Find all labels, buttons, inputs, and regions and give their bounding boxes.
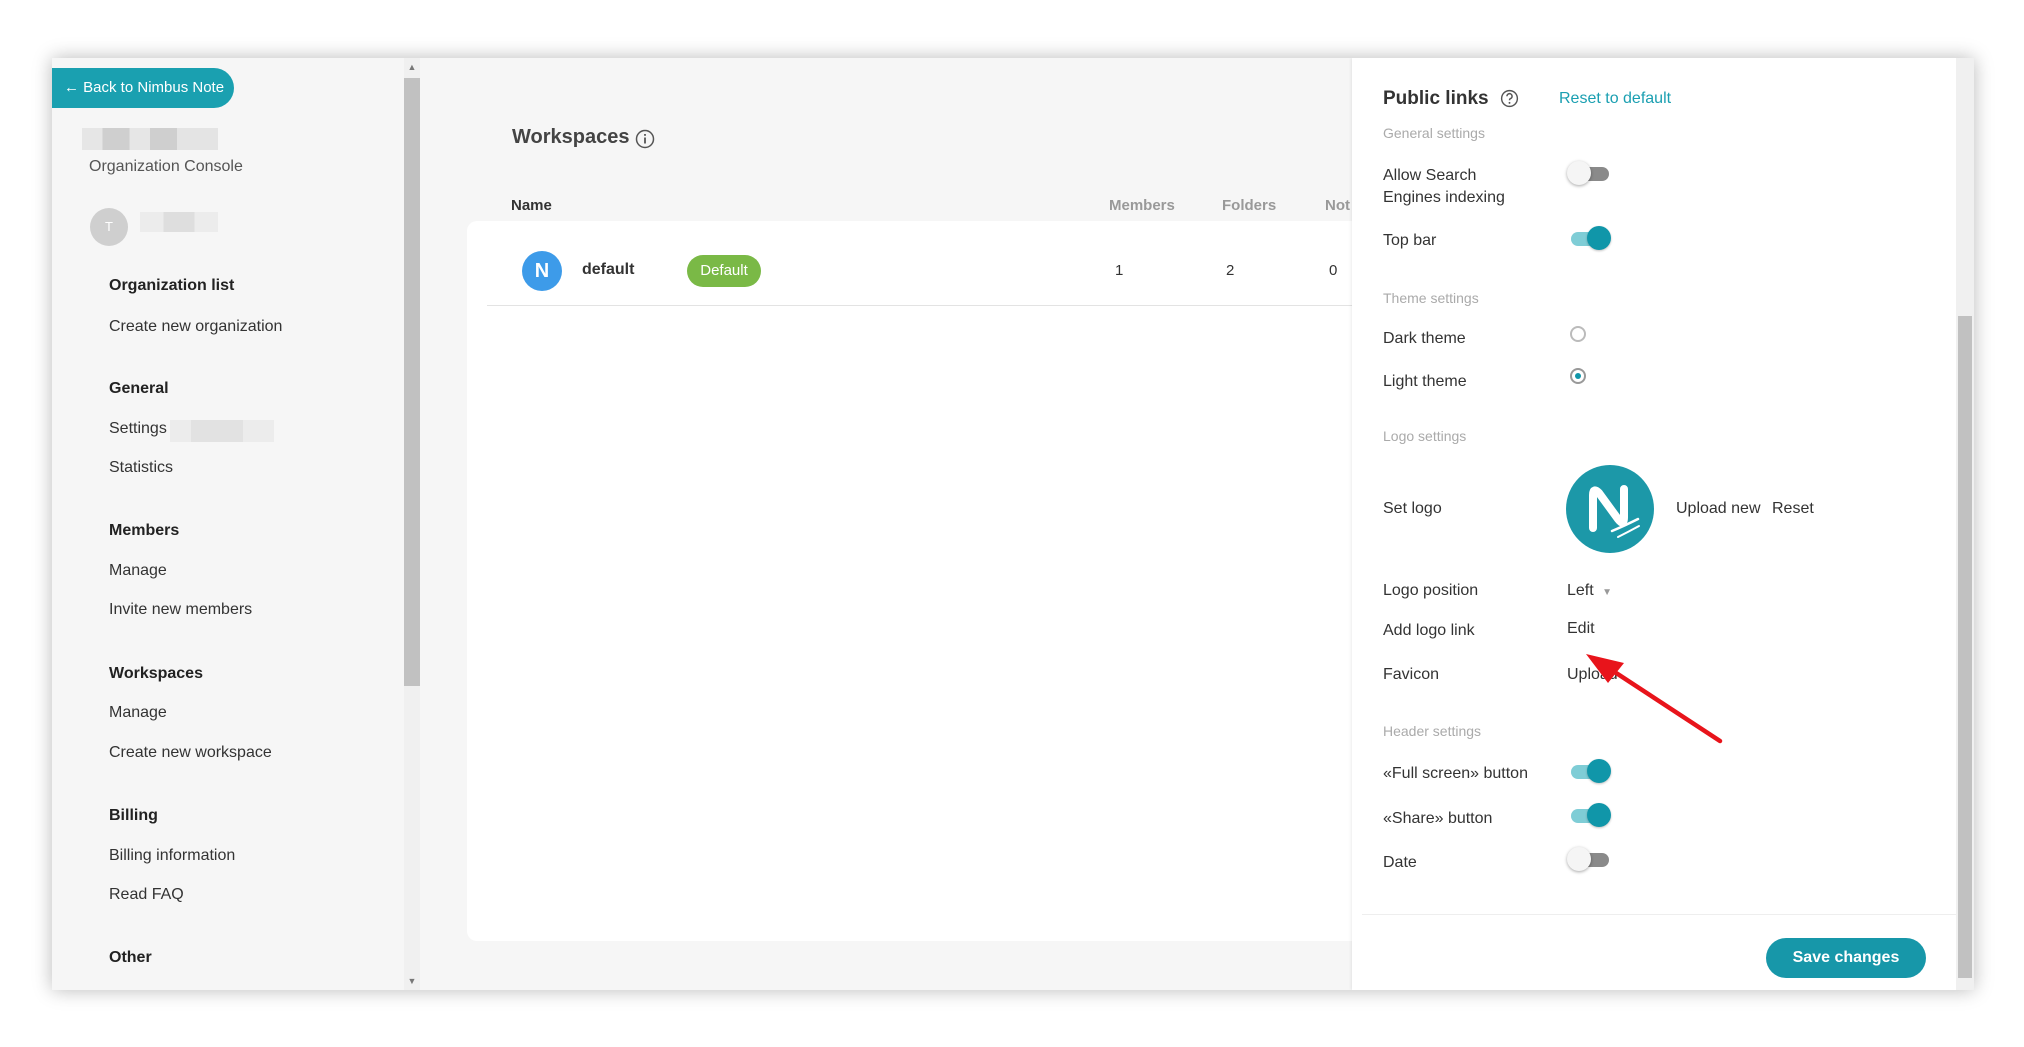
caret-down-icon: ▼ (1602, 587, 1613, 598)
general-settings-heading: General settings (1383, 125, 1485, 141)
page-title: Workspaces (512, 126, 630, 148)
nav-create-workspace[interactable]: Create new workspace (109, 744, 272, 762)
org-name-redacted (82, 128, 218, 150)
workspace-members-count: 1 (1115, 262, 1124, 279)
workspace-folders-count: 2 (1226, 262, 1235, 279)
dark-theme-label: Dark theme (1383, 330, 1466, 347)
save-changes-button[interactable]: Save changes (1766, 938, 1926, 978)
add-logo-link-label: Add logo link (1383, 622, 1475, 639)
back-to-nimbus-button[interactable]: ← Back to Nimbus Note (52, 68, 234, 108)
app-window: ← Back to Nimbus Note Organization Conso… (52, 58, 1974, 990)
nav-head-general: General (109, 380, 169, 397)
sidebar-scrollbar-thumb[interactable] (404, 78, 420, 686)
full-screen-toggle[interactable] (1567, 758, 1611, 784)
info-icon[interactable] (635, 129, 655, 149)
dark-theme-radio[interactable] (1570, 326, 1586, 342)
org-console-label: Organization Console (89, 158, 243, 175)
back-button-label: Back to Nimbus Note (83, 79, 225, 96)
panel-footer-divider (1362, 914, 1974, 915)
row-divider (487, 305, 1407, 306)
logo-settings-heading: Logo settings (1383, 428, 1467, 444)
nimbus-logo-icon (1566, 465, 1654, 553)
column-header-folders[interactable]: Folders (1222, 197, 1276, 214)
allow-search-label-line1: Allow Search (1383, 167, 1477, 184)
date-toggle[interactable] (1567, 846, 1609, 872)
light-theme-radio[interactable] (1570, 368, 1586, 384)
nav-head-organization-list[interactable]: Organization list (109, 277, 234, 295)
workspace-avatar: N (522, 251, 562, 291)
share-toggle[interactable] (1567, 802, 1611, 828)
user-avatar[interactable]: T (90, 208, 128, 246)
upload-new-logo-link[interactable]: Upload new (1676, 500, 1761, 518)
workspace-name[interactable]: default (582, 261, 634, 279)
logo-position-select[interactable]: Left ▼ (1567, 582, 1612, 600)
theme-settings-heading: Theme settings (1383, 290, 1479, 306)
logo-position-value: Left (1567, 582, 1594, 599)
workspace-notes-count: 0 (1329, 262, 1338, 279)
nav-head-workspaces: Workspaces (109, 665, 203, 682)
column-header-notes[interactable]: Not (1325, 197, 1350, 214)
scroll-down-arrow-icon[interactable]: ▼ (404, 974, 420, 988)
nav-members-manage[interactable]: Manage (109, 562, 167, 580)
logo-position-label: Logo position (1383, 582, 1479, 599)
sidebar: ← Back to Nimbus Note Organization Conso… (52, 58, 420, 990)
reset-logo-link[interactable]: Reset (1772, 500, 1814, 518)
help-icon[interactable] (1500, 89, 1519, 108)
scroll-up-arrow-icon[interactable]: ▲ (404, 60, 420, 74)
nav-billing-information[interactable]: Billing information (109, 847, 235, 865)
panel-title: Public links (1383, 88, 1489, 109)
header-settings-heading: Header settings (1383, 723, 1482, 739)
top-bar-label: Top bar (1383, 232, 1437, 249)
nav-head-billing: Billing (109, 807, 158, 824)
allow-search-toggle[interactable] (1567, 160, 1609, 186)
settings-redacted (170, 420, 274, 442)
panel-scrollbar-thumb[interactable] (1958, 316, 1972, 978)
column-header-name[interactable]: Name (511, 197, 552, 214)
nav-statistics[interactable]: Statistics (109, 459, 173, 477)
top-bar-toggle[interactable] (1567, 225, 1611, 251)
edit-logo-link[interactable]: Edit (1567, 620, 1595, 638)
workspaces-card (467, 221, 1407, 941)
nav-head-members: Members (109, 522, 180, 539)
nav-head-other: Other (109, 949, 152, 966)
date-label: Date (1383, 854, 1417, 871)
nav-create-organization[interactable]: Create new organization (109, 318, 282, 336)
nav-read-faq[interactable]: Read FAQ (109, 886, 184, 904)
light-theme-label: Light theme (1383, 373, 1467, 390)
nav-workspaces-manage[interactable]: Manage (109, 704, 167, 722)
share-button-label: «Share» button (1383, 810, 1493, 827)
nav-settings[interactable]: Settings (109, 420, 167, 438)
column-header-members[interactable]: Members (1109, 197, 1175, 214)
allow-search-label-line2: Engines indexing (1383, 189, 1505, 206)
full-screen-button-label: «Full screen» button (1383, 765, 1528, 782)
user-name-redacted (140, 212, 218, 232)
upload-favicon-link[interactable]: Upload (1567, 666, 1618, 684)
arrow-left-icon: ← (64, 79, 79, 96)
favicon-label: Favicon (1383, 666, 1440, 683)
public-links-panel: Public links Reset to default General se… (1352, 58, 1974, 990)
nav-invite-members[interactable]: Invite new members (109, 601, 252, 619)
reset-to-default-link[interactable]: Reset to default (1559, 90, 1671, 108)
set-logo-label: Set logo (1383, 500, 1442, 517)
default-badge: Default (687, 255, 761, 287)
